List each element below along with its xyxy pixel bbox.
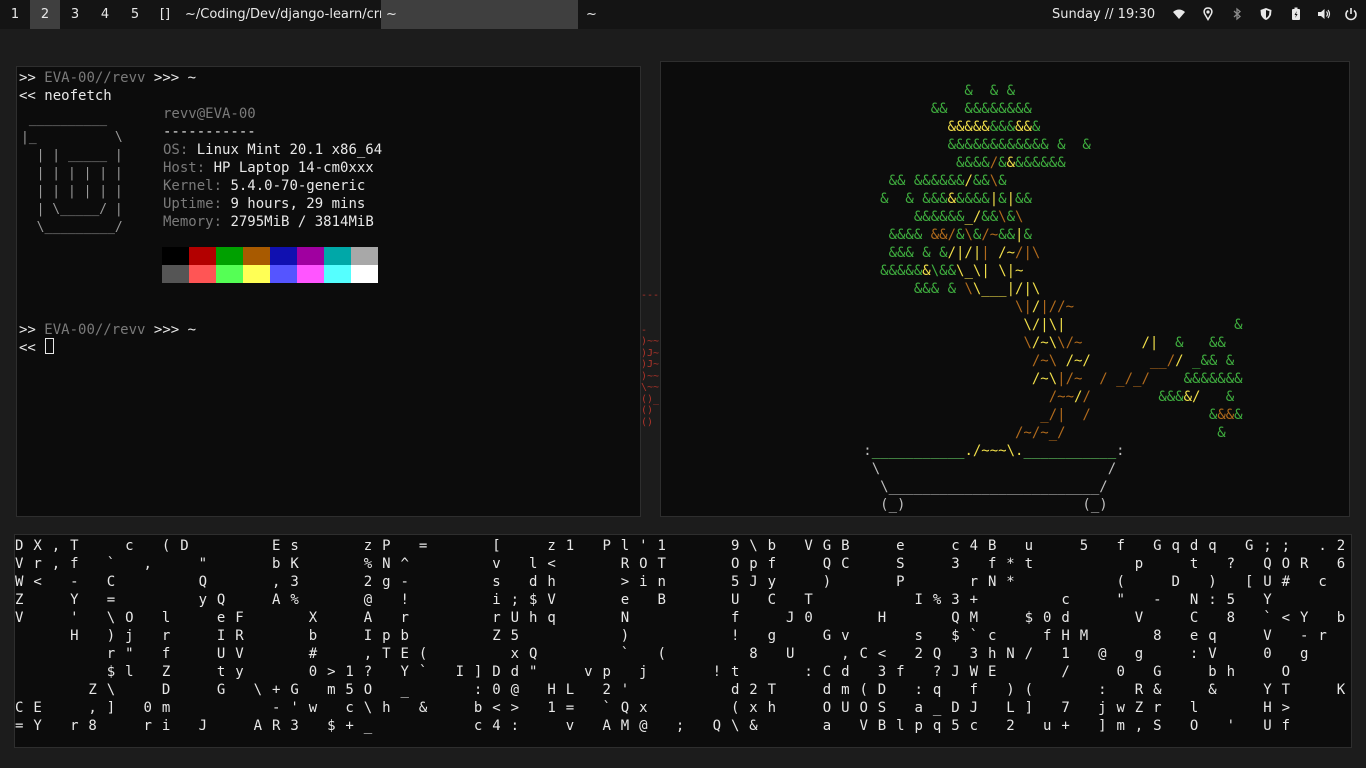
battery-icon[interactable] (1289, 7, 1303, 21)
matrix-line: r " f U V # , T E ( x Q ` ( 8 U , C < 2 … (15, 646, 1310, 662)
info-separator: ----------- (163, 124, 256, 140)
color-swatch (351, 247, 378, 265)
wifi-icon[interactable] (1172, 7, 1186, 21)
color-swatch (243, 265, 270, 283)
partial-window-edge: --- - )~~ )J~ )J~ )~~ \~~ ()_ () () (641, 290, 660, 428)
matrix-line: W < - C Q , 3 2 g - s d h > i n 5 J y ) … (15, 574, 1328, 590)
workspace-5[interactable]: 5 (120, 0, 150, 29)
info-os: OS: Linux Mint 20.1 x86_64 (163, 142, 383, 158)
bluetooth-icon[interactable] (1230, 7, 1244, 21)
power-icon[interactable] (1344, 7, 1358, 21)
matrix-line: Z \ D G \ + G m 5 O _ : 0 @ H L 2 ' d 2 … (15, 682, 1352, 698)
matrix-line: V ' \ O l e F X A r r U h q N f J 0 H Q … (15, 610, 1346, 626)
clock: Sunday // 19:30 (1052, 7, 1156, 22)
matrix-line: $ l Z t y 0 > 1 ? Y ` I ] D d " v p j ! … (15, 664, 1291, 680)
matrix-line: C E , ] 0 m - ' w c \ h & b < > 1 = ` Q … (15, 700, 1352, 716)
terminal-window-neofetch[interactable]: >> EVA-00//revv >>> ~ << neofetch ______… (16, 66, 641, 517)
info-kernel: Kernel: 5.4.0-70-generic (163, 178, 366, 194)
matrix-line: V r , f ` , " b K % N ^ v l < R O T O p … (15, 556, 1352, 572)
color-swatch (189, 247, 216, 265)
color-swatch (270, 265, 297, 283)
input-line[interactable]: << (19, 339, 44, 357)
color-swatch (189, 265, 216, 283)
window-tab-crm[interactable]: ~/Coding/Dev/django-learn/crm (185, 0, 392, 29)
workspace-3[interactable]: 3 (60, 0, 90, 29)
matrix-line: D X , T c ( D E s z P = [ z 1 P l ' 1 9 … (15, 538, 1346, 554)
prompt-line-2: >> EVA-00//revv >>> ~ (19, 322, 197, 338)
workspace-2[interactable]: 2 (30, 0, 60, 29)
workspace-4[interactable]: 4 (90, 0, 120, 29)
color-swatch (243, 247, 270, 265)
color-swatch (297, 247, 324, 265)
color-swatch (324, 247, 351, 265)
info-host: Host: HP Laptop 14-cm0xxx (163, 160, 374, 176)
terminal-window-matrix[interactable]: D X , T c ( D E s z P = [ z 1 P l ' 1 9 … (14, 534, 1352, 748)
volume-icon[interactable] (1317, 7, 1331, 21)
terminal-window-bonsai[interactable]: & & & && &&&&&&&& &&&&&&&&&&& &&&&&&&&&&… (660, 61, 1350, 517)
color-swatch (324, 265, 351, 283)
matrix-line: = Y r 8 r i J A R 3 $ + _ c 4 : v A M @ … (15, 718, 1352, 734)
bonsai-ascii-art: & & & && &&&&&&&& &&&&&&&&&&& &&&&&&&&&&… (661, 83, 1243, 513)
window-tab-home-active[interactable]: ~ (381, 0, 578, 29)
location-icon[interactable] (1201, 7, 1215, 21)
color-swatch (216, 265, 243, 283)
prompt-line-1: >> EVA-00//revv >>> ~ (19, 70, 197, 86)
top-bar: 1 2 3 4 5 [] ~/Coding/Dev/django-learn/c… (0, 0, 1366, 29)
info-memory: Memory: 2795MiB / 3814MiB (163, 214, 374, 230)
matrix-line: H ) j r I R b I p b Z 5 ) ! g G v s $ ` … (15, 628, 1352, 644)
info-uptime: Uptime: 9 hours, 29 mins (163, 196, 366, 212)
color-swatch (162, 247, 189, 265)
window-tab-home[interactable]: ~ (586, 0, 597, 29)
color-swatch (162, 265, 189, 283)
color-swatch (216, 247, 243, 265)
workspace-1[interactable]: 1 (0, 0, 30, 29)
user-host: revv@EVA-00 (163, 106, 256, 122)
color-swatch (351, 265, 378, 283)
color-swatch (297, 265, 324, 283)
layout-indicator[interactable]: [] (150, 0, 180, 29)
linux-mint-ascii-logo: __________ |_ \ | | _____ | | | | | | | … (21, 112, 123, 235)
matrix-line: Z Y = y Q A % @ ! i ; $ V e B U C T I % … (15, 592, 1273, 608)
shield-icon[interactable] (1259, 7, 1273, 21)
terminal-cursor (45, 338, 54, 354)
command-line: << neofetch (19, 88, 112, 104)
color-swatch (270, 247, 297, 265)
